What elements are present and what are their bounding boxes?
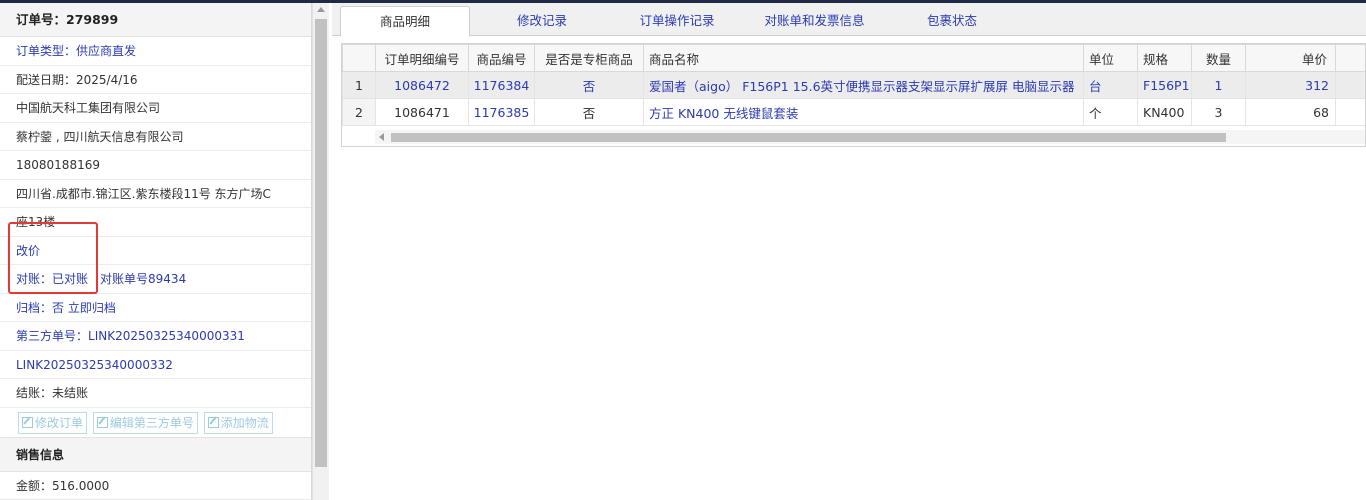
is-cabinet-cell: 否 — [534, 98, 644, 126]
table-row[interactable]: 2 1086471 1176385 否 方正 KN400 无线键鼠套装 个 KN… — [342, 98, 1365, 126]
company-name: 中国航天科工集团有限公司 — [0, 94, 311, 123]
spec-cell: F156P1 — [1137, 71, 1192, 99]
sales-info-header: 销售信息 — [0, 437, 311, 472]
add-logistics-button[interactable]: 添加物流 — [203, 411, 273, 434]
grid-horizontal-scrollbar[interactable] — [375, 130, 1365, 144]
col-price[interactable]: 单价 — [1245, 44, 1336, 72]
order-type-row: 订单类型：供应商直发 — [0, 37, 311, 66]
archive-row: 归档：否 立即归档 — [0, 294, 311, 322]
tab-reconcile-invoice[interactable]: 对账单和发票信息 — [752, 6, 877, 36]
row-number: 1 — [342, 71, 376, 99]
product-id-link[interactable]: 1176384 — [468, 71, 535, 99]
third-party-label: 第三方单号： — [16, 329, 89, 343]
price-cell: 68 — [1245, 98, 1336, 126]
edit-icon — [22, 416, 33, 428]
edit-third-party-label: 编辑第三方单号 — [109, 415, 194, 430]
reconcile-number-link[interactable]: 对账单号89434 — [100, 272, 186, 286]
reprice-link[interactable]: 改价 — [0, 237, 311, 265]
order-type-value: 供应商直发 — [76, 44, 137, 58]
order-type-label: 订单类型： — [16, 44, 77, 58]
tab-bar: 商品明细 修改记录 订单操作记录 对账单和发票信息 包裹状态 — [332, 3, 1366, 37]
order-action-bar: 修改订单 编辑第三方单号 添加物流 — [0, 408, 311, 438]
product-name-link[interactable]: 爱国者（aigo） F156P1 15.6英寸便携显示器支架显示屏扩展屏 电脑显… — [643, 71, 1084, 99]
col-is-cabinet[interactable]: 是否是专柜商品 — [534, 44, 644, 72]
col-unit[interactable]: 单位 — [1083, 44, 1138, 72]
archive-now-link[interactable]: 立即归档 — [68, 301, 116, 315]
product-id-link[interactable]: 1176385 — [468, 98, 535, 126]
row-number: 2 — [342, 98, 376, 126]
horizontal-scrollbar-thumb[interactable] — [391, 133, 1226, 142]
col-extra — [1335, 44, 1365, 72]
phone-number: 18080188169 — [0, 151, 311, 180]
third-party-row: 第三方单号：LINK20250325340000331 — [0, 322, 311, 351]
reconcile-label: 对账： — [16, 272, 53, 286]
price-cell: 312 — [1245, 71, 1336, 99]
col-rownum — [342, 44, 376, 72]
tab-product-details[interactable]: 商品明细 — [340, 6, 470, 37]
table-header-row: 订单明细编号 商品编号 是否是专柜商品 商品名称 单位 规格 数量 单价 — [342, 44, 1365, 72]
order-number-header: 订单号：279899 — [0, 3, 311, 37]
third-party-number-2: LINK20250325340000332 — [0, 351, 311, 379]
product-name-link[interactable]: 方正 KN400 无线键鼠套装 — [643, 98, 1084, 126]
add-logistics-label: 添加物流 — [220, 415, 269, 430]
reconcile-status: 已对账 — [52, 272, 89, 286]
detail-id-cell: 1086471 — [375, 98, 469, 126]
col-spec[interactable]: 规格 — [1137, 44, 1192, 72]
address-line-2: 座13楼 — [0, 208, 311, 237]
col-detail-id[interactable]: 订单明细编号 — [375, 44, 469, 72]
tab-package-status[interactable]: 包裹状态 — [902, 6, 1002, 36]
extra-cell — [1335, 71, 1365, 99]
edit-third-party-button[interactable]: 编辑第三方单号 — [92, 411, 198, 434]
tab-modification-log[interactable]: 修改记录 — [492, 6, 592, 36]
scroll-up-arrow-icon[interactable] — [317, 7, 325, 12]
scroll-left-arrow-icon[interactable] — [379, 133, 384, 141]
edit-order-button[interactable]: 修改订单 — [18, 411, 88, 434]
col-product-id[interactable]: 商品编号 — [468, 44, 535, 72]
detail-id-cell: 1086472 — [375, 71, 469, 99]
delivery-date: 配送日期：2025/4/16 — [0, 66, 311, 94]
detail-panel: 商品明细 修改记录 订单操作记录 对账单和发票信息 包裹状态 订单明细编号 商品… — [332, 3, 1366, 500]
qty-cell: 1 — [1191, 71, 1246, 99]
is-cabinet-cell: 否 — [534, 71, 644, 99]
extra-cell — [1335, 98, 1365, 126]
product-grid: 订单明细编号 商品编号 是否是专柜商品 商品名称 单位 规格 数量 单价 1 1… — [341, 43, 1366, 147]
product-table: 订单明细编号 商品编号 是否是专柜商品 商品名称 单位 规格 数量 单价 1 1… — [342, 44, 1365, 126]
col-qty[interactable]: 数量 — [1191, 44, 1246, 72]
order-info-panel: 订单号：279899 订单类型：供应商直发 配送日期：2025/4/16 中国航… — [0, 3, 331, 500]
table-row[interactable]: 1 1086472 1176384 否 爱国者（aigo） F156P1 15.… — [342, 71, 1365, 99]
contact-info: 蔡柠蓥 , 四川航天信息有限公司 — [0, 123, 311, 151]
unit-cell: 个 — [1083, 98, 1138, 126]
archive-label: 归档： — [16, 300, 53, 315]
address-line-1: 四川省.成都市.锦江区.紫东楼段11号 东方广场C — [0, 180, 311, 208]
edit-icon — [207, 416, 219, 428]
reconcile-row: 对账：已对账 对账单号89434 — [0, 265, 311, 294]
settlement-status: 结账：未结账 — [0, 379, 311, 408]
sales-amount: 金额：516.0000 — [0, 472, 311, 500]
scrollbar-thumb[interactable] — [315, 19, 327, 467]
edit-order-label: 修改订单 — [35, 415, 84, 430]
tab-order-operation-log[interactable]: 订单操作记录 — [622, 6, 732, 36]
col-product-name[interactable]: 商品名称 — [643, 44, 1084, 72]
archive-value: 否 — [52, 300, 65, 315]
order-info-content: 订单号：279899 订单类型：供应商直发 配送日期：2025/4/16 中国航… — [0, 3, 312, 500]
unit-cell: 台 — [1083, 71, 1138, 99]
qty-cell: 3 — [1191, 98, 1246, 126]
edit-icon — [96, 416, 108, 428]
third-party-number-1: LINK20250325340000331 — [88, 329, 245, 343]
spec-cell: KN400 — [1137, 98, 1192, 126]
left-vertical-scrollbar[interactable] — [312, 3, 329, 500]
